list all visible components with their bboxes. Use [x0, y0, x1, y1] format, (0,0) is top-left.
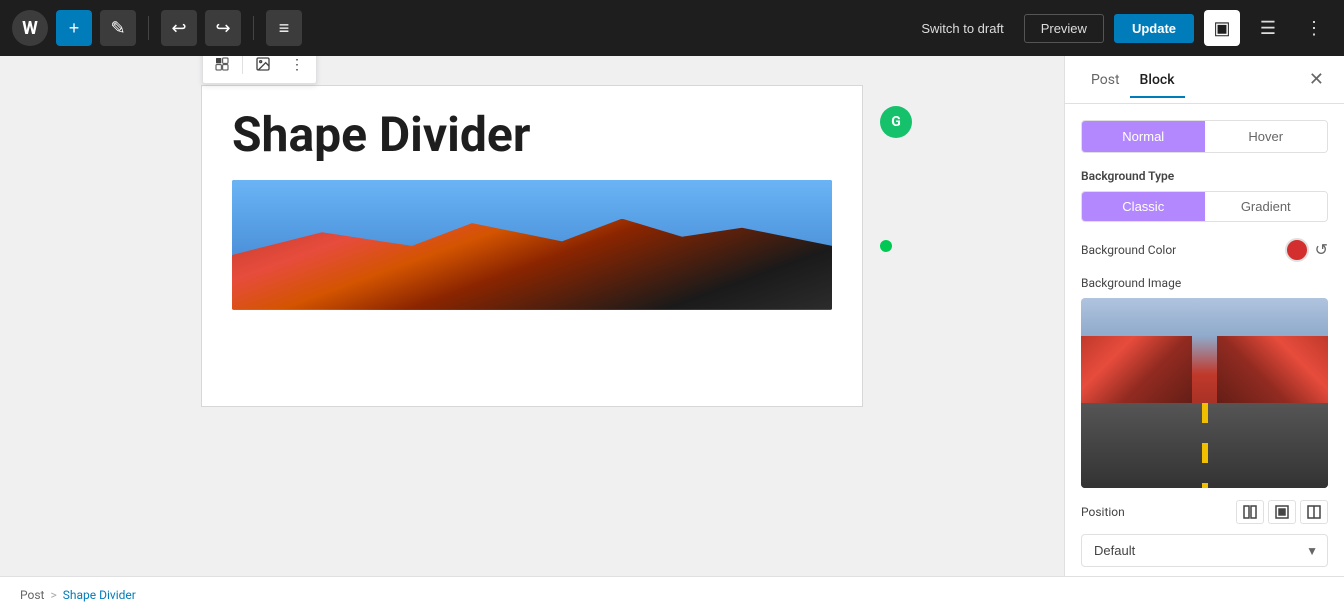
- editor-canvas: ⋮ Shape Divider G: [0, 56, 1064, 576]
- bg-color-row: Background Color ↺: [1081, 238, 1328, 262]
- position-dropdown[interactable]: Default Top Left Top Center Top Right Ce…: [1081, 534, 1328, 567]
- state-normal-button[interactable]: Normal: [1082, 121, 1205, 152]
- update-button[interactable]: Update: [1114, 14, 1194, 43]
- layout-icon-button[interactable]: ▣: [1204, 10, 1240, 46]
- bg-gradient-button[interactable]: Gradient: [1205, 192, 1328, 221]
- switch-draft-button[interactable]: Switch to draft: [911, 15, 1013, 42]
- redo-button[interactable]: ↪: [205, 10, 241, 46]
- position-row: Position: [1081, 500, 1328, 524]
- grammarly-button[interactable]: G: [880, 106, 912, 138]
- tool-divider: [242, 56, 243, 74]
- toolbar-divider: [148, 16, 149, 40]
- bg-image-label: Background Image: [1081, 276, 1328, 290]
- road-line: [1202, 403, 1208, 489]
- block-more-tool[interactable]: ⋮: [281, 56, 313, 80]
- breadcrumb-separator: >: [50, 588, 56, 602]
- state-toggle: Normal Hover: [1081, 120, 1328, 153]
- position-label: Position: [1081, 505, 1125, 519]
- sidebar-tabs: Post Block ✕: [1065, 56, 1344, 104]
- block-title: Shape Divider: [202, 86, 862, 180]
- breadcrumb-current: Shape Divider: [63, 588, 136, 602]
- color-reset-button[interactable]: ↺: [1315, 240, 1328, 260]
- block-image-inner: [232, 180, 832, 310]
- green-status-dot: [880, 240, 892, 252]
- trees-left: [1081, 336, 1192, 403]
- topbar: W + ✎ ↩ ↪ ≡ Switch to draft Preview Upda…: [0, 0, 1344, 56]
- color-swatch[interactable]: [1285, 238, 1309, 262]
- undo-button[interactable]: ↩: [161, 10, 197, 46]
- bg-image-preview[interactable]: [1081, 298, 1328, 488]
- trees-right: [1217, 336, 1328, 403]
- color-swatch-container: ↺: [1285, 238, 1328, 262]
- pos-icon-button-3[interactable]: [1300, 500, 1328, 524]
- tab-post[interactable]: Post: [1081, 62, 1130, 98]
- topbar-right: Switch to draft Preview Update ▣ ☰ ⋮: [911, 10, 1332, 46]
- topbar-left: W + ✎ ↩ ↪ ≡: [12, 10, 302, 46]
- position-icons: [1236, 500, 1328, 524]
- preview-button[interactable]: Preview: [1024, 14, 1104, 43]
- bg-type-toggle: Classic Gradient: [1081, 191, 1328, 222]
- add-block-button[interactable]: +: [56, 10, 92, 46]
- breadcrumb-root[interactable]: Post: [20, 588, 44, 602]
- more-options-button[interactable]: ⋮: [1296, 10, 1332, 46]
- right-sidebar: Post Block ✕ Normal Hover Background Typ…: [1064, 56, 1344, 576]
- bg-classic-button[interactable]: Classic: [1082, 192, 1205, 221]
- pos-icon-button-1[interactable]: [1236, 500, 1264, 524]
- bg-image-inner: [1081, 298, 1328, 488]
- block-image: [232, 180, 832, 310]
- block-image-container: [232, 180, 832, 310]
- block-image-tool[interactable]: [247, 56, 279, 80]
- block-toolbar: ⋮: [202, 56, 317, 84]
- content-block[interactable]: ⋮ Shape Divider G: [202, 86, 862, 406]
- dropdown-row: Default Top Left Top Center Top Right Ce…: [1081, 534, 1328, 567]
- sidebar-close-button[interactable]: ✕: [1305, 65, 1328, 94]
- road-overlay: [1081, 403, 1328, 489]
- wp-logo[interactable]: W: [12, 10, 48, 46]
- bg-color-label: Background Color: [1081, 243, 1176, 257]
- toolbar-divider-2: [253, 16, 254, 40]
- pos-icon-button-2[interactable]: [1268, 500, 1296, 524]
- list-view-button[interactable]: ≡: [266, 10, 302, 46]
- breadcrumb-bar: Post > Shape Divider: [0, 576, 1344, 612]
- block-type-button[interactable]: [206, 56, 238, 80]
- sidebar-content: Normal Hover Background Type Classic Gra…: [1065, 104, 1344, 576]
- state-hover-button[interactable]: Hover: [1205, 121, 1328, 152]
- main-area: ⋮ Shape Divider G Post Block ✕: [0, 56, 1344, 576]
- settings-icon-button[interactable]: ☰: [1250, 10, 1286, 46]
- edit-button[interactable]: ✎: [100, 10, 136, 46]
- tab-block[interactable]: Block: [1130, 62, 1185, 98]
- bg-type-label: Background Type: [1081, 169, 1328, 183]
